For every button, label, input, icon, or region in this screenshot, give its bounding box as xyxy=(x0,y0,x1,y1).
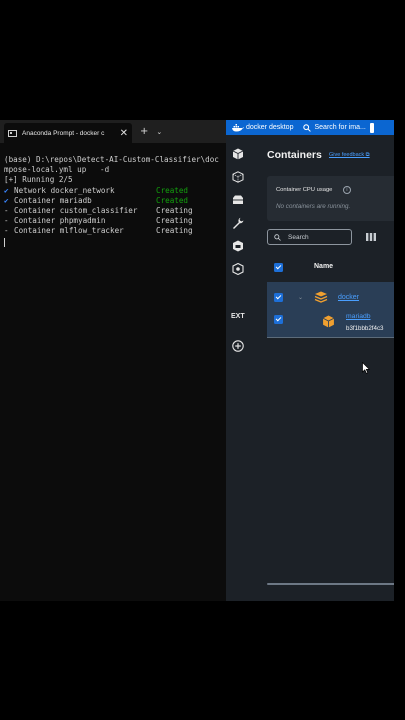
give-feedback-link[interactable]: Give feedback ⧉ xyxy=(329,152,370,159)
service-line: ✔ Container mariadb Created xyxy=(4,196,226,206)
service-status: Created xyxy=(156,195,189,205)
container-cube-icon xyxy=(322,315,335,328)
terminal-icon xyxy=(8,129,17,137)
service-status: Creating xyxy=(156,226,193,236)
docker-desktop-window: docker desktop Search for ima... EXT Con… xyxy=(226,120,394,601)
search-icon xyxy=(303,123,312,132)
chevron-down-icon[interactable]: ⌄ xyxy=(156,128,162,136)
cpu-usage-label: Container CPU usage xyxy=(276,187,333,193)
new-tab-button[interactable]: + xyxy=(140,126,148,137)
dash-icon: - xyxy=(4,226,9,236)
sidebar: EXT xyxy=(226,135,250,601)
close-icon[interactable]: ✕ xyxy=(120,128,128,139)
container-search[interactable] xyxy=(267,229,352,245)
service-line: - Container mlflow_tracker Creating xyxy=(4,226,226,236)
global-search-text: Search for ima... xyxy=(314,124,366,131)
terminal-line: [+] Running 2/5 xyxy=(4,175,73,185)
service-name: Network docker_network xyxy=(14,185,115,195)
text-cursor xyxy=(4,237,5,247)
extensions-label: EXT xyxy=(231,313,245,320)
group-name-link[interactable]: docker xyxy=(338,294,359,301)
add-extension-icon[interactable] xyxy=(232,340,244,352)
select-all-checkbox[interactable] xyxy=(274,263,283,272)
images-icon[interactable] xyxy=(232,171,244,183)
docker-brand: docker desktop xyxy=(246,124,294,131)
cpu-usage-card: Container CPU usage i No containers are … xyxy=(267,176,394,221)
service-name: Container custom_classifier xyxy=(14,205,138,215)
terminal-window: Anaconda Prompt - docker c ✕ + ⌄ (base) … xyxy=(0,120,226,601)
group-checkbox[interactable] xyxy=(274,293,283,302)
compose-stack-icon xyxy=(314,291,328,303)
service-status: Creating xyxy=(156,205,193,215)
docker-whale-icon xyxy=(232,123,244,131)
volumes-icon[interactable] xyxy=(232,194,244,206)
container-id: b3f1bbb2f4c3 xyxy=(346,325,384,332)
dash-icon: - xyxy=(4,205,9,215)
service-status: Creating xyxy=(156,216,193,226)
scout-icon[interactable] xyxy=(232,263,244,275)
service-status: Created xyxy=(156,185,189,195)
service-line: - Container custom_classifier Creating xyxy=(4,206,226,216)
terminal-tab-title: Anaconda Prompt - docker c xyxy=(22,129,105,137)
search-input[interactable] xyxy=(288,233,344,241)
service-line: ✔ Network docker_network Created xyxy=(4,186,226,196)
check-icon: ✔ xyxy=(4,195,9,205)
container-name-link[interactable]: mariadb xyxy=(346,313,371,320)
table-header: Name xyxy=(258,259,394,277)
chevron-down-icon[interactable]: ⌄ xyxy=(298,294,303,301)
terminal-line: (base) D:\repos\Detect-AI-Custom-Classif… xyxy=(4,155,219,164)
service-name: Container phpmyadmin xyxy=(14,216,106,226)
column-name-header[interactable]: Name xyxy=(314,263,333,270)
cpu-empty-message: No containers are running. xyxy=(276,203,351,210)
page-title: Containers xyxy=(267,149,322,161)
terminal-output[interactable]: (base) D:\repos\Detect-AI-Custom-Classif… xyxy=(0,143,226,247)
containers-panel: Containers Give feedback ⧉ Container CPU… xyxy=(258,135,394,601)
service-line: - Container phpmyadmin Creating xyxy=(4,216,226,226)
docker-header: docker desktop Search for ima... xyxy=(226,120,394,135)
search-icon xyxy=(274,233,281,241)
wrench-icon[interactable] xyxy=(232,217,244,229)
horizontal-scrollbar[interactable] xyxy=(267,583,394,585)
global-search[interactable]: Search for ima... xyxy=(303,123,366,132)
columns-icon[interactable] xyxy=(366,233,376,241)
check-icon: ✔ xyxy=(4,185,9,195)
container-group[interactable]: ⌄ docker mariadb b3f1bbb2f4c3 xyxy=(267,282,394,338)
terminal-line: mpose-local.yml up -d xyxy=(4,165,110,175)
dash-icon: - xyxy=(4,216,9,226)
mouse-pointer-icon xyxy=(362,362,370,374)
builds-icon[interactable] xyxy=(232,240,244,252)
header-control[interactable] xyxy=(369,122,374,133)
terminal-tab-bar: Anaconda Prompt - docker c ✕ + ⌄ xyxy=(0,120,226,143)
info-icon[interactable]: i xyxy=(343,186,351,194)
service-name: Container mlflow_tracker xyxy=(14,226,124,236)
service-name: Container mariadb xyxy=(14,195,92,205)
container-checkbox[interactable] xyxy=(274,315,283,324)
containers-icon[interactable] xyxy=(232,148,244,160)
terminal-tab[interactable]: Anaconda Prompt - docker c ✕ xyxy=(4,123,132,143)
